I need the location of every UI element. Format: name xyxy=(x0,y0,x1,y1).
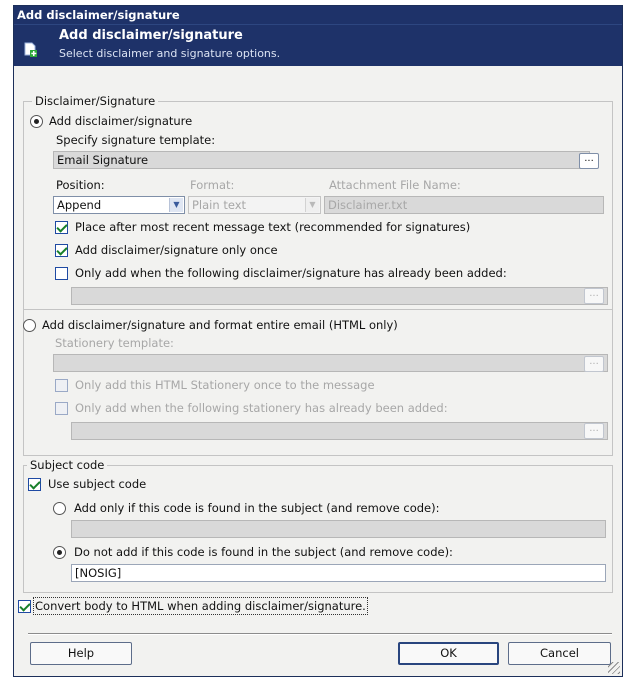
signature-template-label: Specify signature template: xyxy=(56,133,216,147)
disclaimer-group-legend: Disclaimer/Signature xyxy=(32,94,159,108)
stationery-template-label: Stationery template: xyxy=(55,336,174,350)
header-title: Add disclaimer/signature xyxy=(59,28,243,43)
only-when-disclaimer-checkbox[interactable] xyxy=(55,267,68,280)
convert-html-label[interactable]: Convert body to HTML when adding disclai… xyxy=(33,597,368,615)
position-select-value: Append xyxy=(57,198,102,212)
button-separator xyxy=(28,633,612,635)
stationery-template-browse-button[interactable]: ... xyxy=(584,356,604,372)
disclaimer-divider xyxy=(24,309,612,310)
stationery-template-field[interactable] xyxy=(53,354,608,372)
document-add-icon xyxy=(24,42,37,57)
add-disclaimer-radio[interactable] xyxy=(30,115,43,128)
use-subject-code-checkbox[interactable] xyxy=(28,478,41,491)
place-after-checkbox[interactable] xyxy=(55,221,68,234)
do-not-add-radio[interactable] xyxy=(53,546,66,559)
add-once-checkbox[interactable] xyxy=(55,244,68,257)
cancel-button[interactable]: Cancel xyxy=(508,642,611,665)
only-when-stationery-checkbox[interactable] xyxy=(55,402,68,415)
add-if-found-radio[interactable] xyxy=(53,502,66,515)
add-once-label[interactable]: Add disclaimer/signature only once xyxy=(75,243,278,257)
attachment-name-label: Attachment File Name: xyxy=(329,178,461,192)
only-when-disclaimer-label[interactable]: Only add when the following disclaimer/s… xyxy=(75,266,507,280)
only-when-stationery-label[interactable]: Only add when the following stationery h… xyxy=(75,401,448,415)
stationery-once-checkbox[interactable] xyxy=(55,379,68,392)
add-if-found-field[interactable] xyxy=(71,520,606,538)
signature-template-browse-button[interactable]: ... xyxy=(579,153,599,169)
format-select[interactable]: Plain text ▼ xyxy=(188,196,321,214)
dialog-header: Add disclaimer/signature Select disclaim… xyxy=(14,24,622,66)
resize-grip-icon[interactable] xyxy=(608,662,620,674)
subject-code-legend: Subject code xyxy=(27,458,108,472)
add-if-found-label[interactable]: Add only if this code is found in the su… xyxy=(74,501,440,515)
format-label: Format: xyxy=(190,178,235,192)
format-email-label[interactable]: Add disclaimer/signature and format enti… xyxy=(42,318,398,332)
add-disclaimer-label[interactable]: Add disclaimer/signature xyxy=(49,114,192,128)
format-select-value: Plain text xyxy=(192,198,247,212)
only-when-stationery-field[interactable] xyxy=(71,422,608,440)
stationery-once-label[interactable]: Only add this HTML Stationery once to th… xyxy=(75,378,375,392)
position-select[interactable]: Append ▼ xyxy=(53,196,185,214)
do-not-add-field[interactable]: [NOSIG] xyxy=(71,564,606,582)
help-button[interactable]: Help xyxy=(30,642,132,665)
only-when-disclaimer-browse-button[interactable]: ... xyxy=(584,288,604,304)
dialog-window: Add disclaimer/signature Add disclaimer/… xyxy=(13,5,623,677)
chevron-down-icon[interactable]: ▼ xyxy=(169,198,183,212)
chevron-down-icon[interactable]: ▼ xyxy=(305,198,319,212)
format-email-radio[interactable] xyxy=(23,319,36,332)
only-when-stationery-browse-button[interactable]: ... xyxy=(584,423,604,439)
place-after-label[interactable]: Place after most recent message text (re… xyxy=(75,220,470,234)
attachment-name-field[interactable]: Disclaimer.txt xyxy=(324,196,604,214)
position-label: Position: xyxy=(56,178,105,192)
signature-template-field[interactable]: Email Signature xyxy=(53,151,590,169)
ok-button[interactable]: OK xyxy=(398,642,499,665)
do-not-add-label[interactable]: Do not add if this code is found in the … xyxy=(74,545,453,559)
use-subject-code-label[interactable]: Use subject code xyxy=(48,477,146,491)
convert-html-checkbox[interactable] xyxy=(18,600,31,613)
header-subtitle: Select disclaimer and signature options. xyxy=(59,47,281,60)
only-when-disclaimer-field[interactable] xyxy=(71,287,608,305)
window-title[interactable]: Add disclaimer/signature xyxy=(14,6,622,24)
